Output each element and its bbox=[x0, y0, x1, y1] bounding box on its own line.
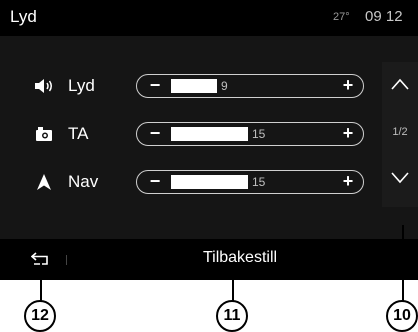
chevron-up-icon[interactable] bbox=[386, 70, 414, 98]
navigation-arrow-icon bbox=[34, 173, 54, 191]
settings-row-nav: Nav − 15 + bbox=[0, 159, 380, 205]
footer-bar: Tilbakestill bbox=[0, 239, 418, 280]
decrease-button[interactable]: − bbox=[143, 123, 167, 144]
settings-list: Lyd − 9 + TA − 15 + Nav − 15 + bbox=[0, 36, 418, 239]
slider-value: 15 bbox=[252, 127, 266, 141]
clock: 09 12 bbox=[365, 8, 403, 25]
volume-slider-nav[interactable]: − 15 + bbox=[136, 170, 364, 194]
reset-button[interactable]: Tilbakestill bbox=[180, 243, 300, 273]
slider-fill bbox=[171, 127, 248, 141]
row-label: TA bbox=[68, 124, 89, 143]
slider-value: 9 bbox=[221, 79, 228, 93]
slider-track[interactable]: 15 bbox=[171, 127, 331, 141]
footer-divider bbox=[66, 255, 67, 265]
row-label: Nav bbox=[68, 172, 99, 191]
slider-track[interactable]: 15 bbox=[171, 175, 331, 189]
volume-slider-lyd[interactable]: − 9 + bbox=[136, 74, 364, 98]
callout-number: 11 bbox=[216, 300, 248, 332]
speaker-icon bbox=[34, 77, 54, 95]
increase-button[interactable]: + bbox=[336, 123, 360, 144]
scroll-panel: 1/2 bbox=[382, 62, 418, 207]
settings-row-lyd: Lyd − 9 + bbox=[0, 63, 380, 109]
increase-button[interactable]: + bbox=[336, 171, 360, 192]
slider-track[interactable]: 9 bbox=[171, 79, 331, 93]
settings-row-ta: TA − 15 + bbox=[0, 111, 380, 157]
decrease-button[interactable]: − bbox=[143, 171, 167, 192]
callout-leader-line bbox=[40, 262, 42, 302]
display-screen: Lyd 27° 09 12 Lyd − 9 + TA − 15 + Nav − … bbox=[0, 0, 418, 280]
chevron-down-icon[interactable] bbox=[386, 164, 414, 192]
page-indicator: 1/2 bbox=[392, 126, 408, 138]
temperature-readout: 27° bbox=[333, 11, 350, 23]
slider-fill bbox=[171, 175, 248, 189]
callout-leader-line bbox=[402, 225, 404, 302]
traffic-announcement-icon bbox=[34, 125, 54, 143]
header-bar: Lyd 27° 09 12 bbox=[0, 0, 418, 36]
callout-number: 12 bbox=[24, 300, 56, 332]
slider-fill bbox=[171, 79, 217, 93]
row-label: Lyd bbox=[68, 76, 95, 95]
callout-number: 10 bbox=[386, 300, 418, 332]
callout-leader-line bbox=[232, 262, 234, 302]
page-title: Lyd bbox=[10, 7, 37, 26]
increase-button[interactable]: + bbox=[336, 75, 360, 96]
volume-slider-ta[interactable]: − 15 + bbox=[136, 122, 364, 146]
slider-value: 15 bbox=[252, 175, 266, 189]
decrease-button[interactable]: − bbox=[143, 75, 167, 96]
